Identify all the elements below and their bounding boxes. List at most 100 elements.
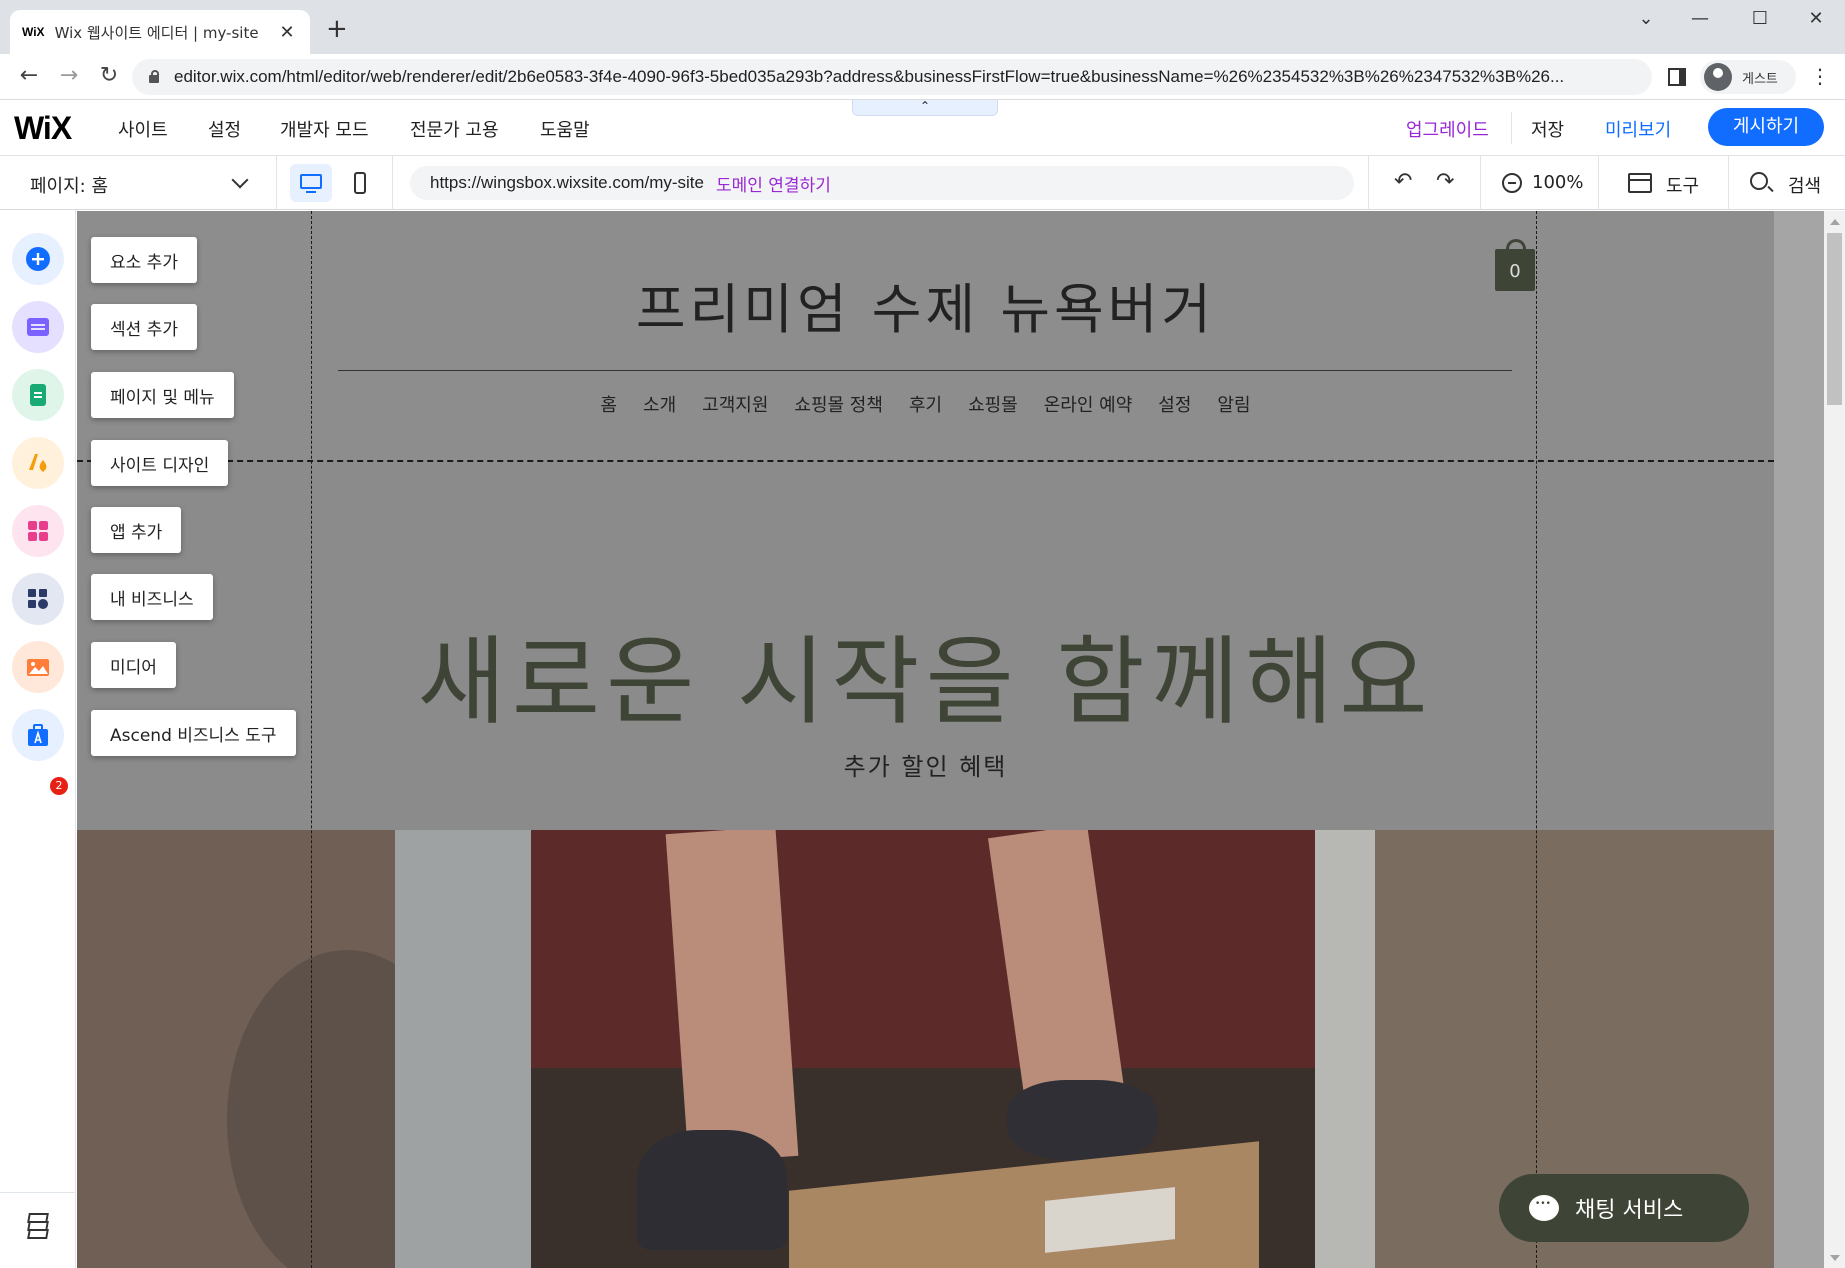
label-media[interactable]: 미디어 (91, 642, 176, 688)
site-url: https://wingsbox.wixsite.com/my-site (430, 173, 704, 192)
canvas-scrollbar[interactable] (1774, 211, 1845, 1268)
chat-label: 채팅 서비스 (1575, 1198, 1684, 1223)
section-divider-guide (77, 460, 1774, 462)
tools-button[interactable]: 도구 (1666, 172, 1699, 198)
window-close-icon[interactable]: ✕ (1796, 8, 1836, 29)
label-add-section[interactable]: 섹션 추가 (91, 304, 197, 350)
add-apps-icon[interactable] (12, 505, 64, 557)
back-arrow-icon[interactable]: ← (14, 64, 44, 88)
wix-top-bar: WiX 사이트 설정 개발자 모드 전문가 고용 도움말 ⌃ 업그레이드 저장 … (0, 100, 1845, 156)
site-nav-item[interactable]: 온라인 예약 (1044, 391, 1133, 417)
scroll-down-arrow-icon[interactable] (1830, 1255, 1840, 1261)
label-add-apps[interactable]: 앱 추가 (91, 507, 182, 553)
cart-count: 0 (1509, 261, 1521, 282)
header-divider (338, 370, 1512, 371)
site-nav-item[interactable]: 알림 (1217, 391, 1250, 417)
photo-right-frame (1315, 830, 1375, 1268)
upgrade-link[interactable]: 업그레이드 (1406, 116, 1489, 142)
label-my-business[interactable]: 내 비즈니스 (91, 574, 213, 620)
photo-arm-shape (665, 830, 799, 1164)
new-tab-icon[interactable]: + (326, 16, 348, 42)
site-nav-item[interactable]: 소개 (643, 391, 676, 417)
divider (392, 156, 393, 210)
chevron-down-icon[interactable] (231, 171, 249, 189)
site-nav-menu[interactable]: 홈 소개 고객지원 쇼핑몰 정책 후기 쇼핑몰 온라인 예약 설정 알림 (77, 391, 1774, 417)
desktop-stand-shape (306, 191, 316, 193)
tab-close-icon[interactable]: ✕ (276, 22, 298, 43)
address-bar[interactable]: editor.wix.com/html/editor/web/renderer/… (132, 59, 1652, 95)
photo-door (531, 830, 1315, 1068)
photo-shoe-shape (637, 1130, 787, 1250)
address-url: editor.wix.com/html/editor/web/renderer/… (174, 67, 1565, 86)
site-nav-item[interactable]: 설정 (1158, 391, 1191, 417)
menu-dev-mode[interactable]: 개발자 모드 (280, 116, 369, 142)
publish-button[interactable]: 게시하기 (1708, 108, 1824, 146)
ascend-icon[interactable] (12, 709, 64, 761)
wix-editor-toolbar: 페이지: 홈 https://wingsbox.wixsite.com/my-s… (0, 156, 1845, 210)
hero-title[interactable]: 새로운 시작을 함께해요 (77, 604, 1774, 743)
photo-shoe-shape (1007, 1080, 1157, 1160)
collapse-bar-chevron-icon[interactable]: ⌃ (852, 100, 998, 116)
menu-hire-expert[interactable]: 전문가 고용 (410, 116, 499, 142)
mobile-view-icon[interactable] (354, 172, 366, 194)
wix-logo[interactable]: WiX (14, 110, 72, 147)
site-nav-item[interactable]: 후기 (909, 391, 942, 417)
site-nav-item[interactable]: 고객지원 (702, 391, 768, 417)
tab-search-chevron-icon[interactable]: ⌄ (1626, 8, 1666, 29)
maximize-icon[interactable]: ☐ (1740, 8, 1780, 29)
label-pages-menu[interactable]: 페이지 및 메뉴 (91, 372, 234, 418)
tools-icon[interactable] (1628, 173, 1652, 193)
save-button[interactable]: 저장 (1531, 116, 1564, 142)
scrollbar-thumb[interactable] (1827, 233, 1842, 405)
preview-button[interactable]: 미리보기 (1605, 116, 1671, 142)
layers-icon[interactable] (0, 1192, 76, 1258)
grid-guide (311, 211, 312, 1268)
label-add-element[interactable]: 요소 추가 (91, 237, 197, 283)
redo-icon[interactable]: ↷ (1436, 170, 1454, 194)
site-nav-item[interactable]: 홈 (600, 391, 617, 417)
add-section-icon[interactable] (12, 301, 64, 353)
media-icon[interactable] (12, 641, 64, 693)
site-nav-item[interactable]: 쇼핑몰 정책 (794, 391, 883, 417)
hero-subtitle[interactable]: 추가 할인 혜택 (77, 747, 1774, 782)
menu-settings[interactable]: 설정 (208, 116, 241, 142)
editor-canvas[interactable]: 프리미엄 수제 뉴욕버거 홈 소개 고객지원 쇼핑몰 정책 후기 쇼핑몰 온라인… (77, 211, 1774, 1268)
my-business-icon[interactable] (12, 573, 64, 625)
forward-arrow-icon[interactable]: → (54, 64, 84, 88)
side-panel-icon[interactable] (1668, 68, 1686, 86)
label-ascend[interactable]: Ascend 비즈니스 도구 (91, 710, 296, 756)
pages-menu-icon[interactable] (12, 369, 64, 421)
browser-menu-icon[interactable]: ⋮ (1810, 64, 1830, 88)
menu-help[interactable]: 도움말 (540, 116, 590, 142)
shopping-bag-icon[interactable]: 0 (1495, 239, 1535, 291)
profile-button[interactable]: 게스트 (1700, 60, 1796, 94)
chat-button[interactable]: 채팅 서비스 (1499, 1174, 1749, 1242)
add-element-icon[interactable] (12, 233, 64, 285)
desktop-view-icon[interactable] (290, 164, 332, 202)
browser-tab[interactable]: WiX Wix 웹사이트 에디터 | my-site ✕ (10, 10, 310, 54)
divider (1480, 156, 1481, 210)
wix-editor-window: WiX Wix 웹사이트 에디터 | my-site ✕ + ⌄ — ☐ ✕ ←… (0, 0, 1845, 1268)
browser-address-row: ← → ↻ editor.wix.com/html/editor/web/ren… (0, 54, 1845, 100)
zoom-out-icon[interactable] (1502, 173, 1522, 193)
divider (1598, 156, 1599, 210)
page-selector[interactable]: 페이지: 홈 (30, 172, 108, 198)
label-site-design[interactable]: 사이트 디자인 (91, 440, 229, 486)
desktop-screen-shape (300, 174, 322, 189)
site-design-icon[interactable] (12, 437, 64, 489)
search-icon[interactable] (1750, 172, 1768, 190)
minimize-icon[interactable]: — (1680, 8, 1720, 29)
search-button[interactable]: 검색 (1788, 172, 1821, 198)
site-url-bar[interactable]: https://wingsbox.wixsite.com/my-site 도메인… (410, 166, 1354, 200)
divider (1728, 156, 1729, 210)
connect-domain-link[interactable]: 도메인 연결하기 (716, 171, 831, 196)
zoom-level[interactable]: 100% (1532, 172, 1583, 193)
site-header[interactable]: 프리미엄 수제 뉴욕버거 홈 소개 고객지원 쇼핑몰 정책 후기 쇼핑몰 온라인… (77, 211, 1774, 461)
wix-favicon-icon: WiX (22, 25, 45, 39)
site-nav-item[interactable]: 쇼핑몰 (968, 391, 1018, 417)
menu-site[interactable]: 사이트 (118, 116, 168, 142)
undo-icon[interactable]: ↶ (1394, 170, 1412, 194)
scroll-up-arrow-icon[interactable] (1830, 219, 1840, 225)
chat-bubble-icon (1529, 1195, 1559, 1221)
reload-icon[interactable]: ↻ (94, 64, 124, 88)
